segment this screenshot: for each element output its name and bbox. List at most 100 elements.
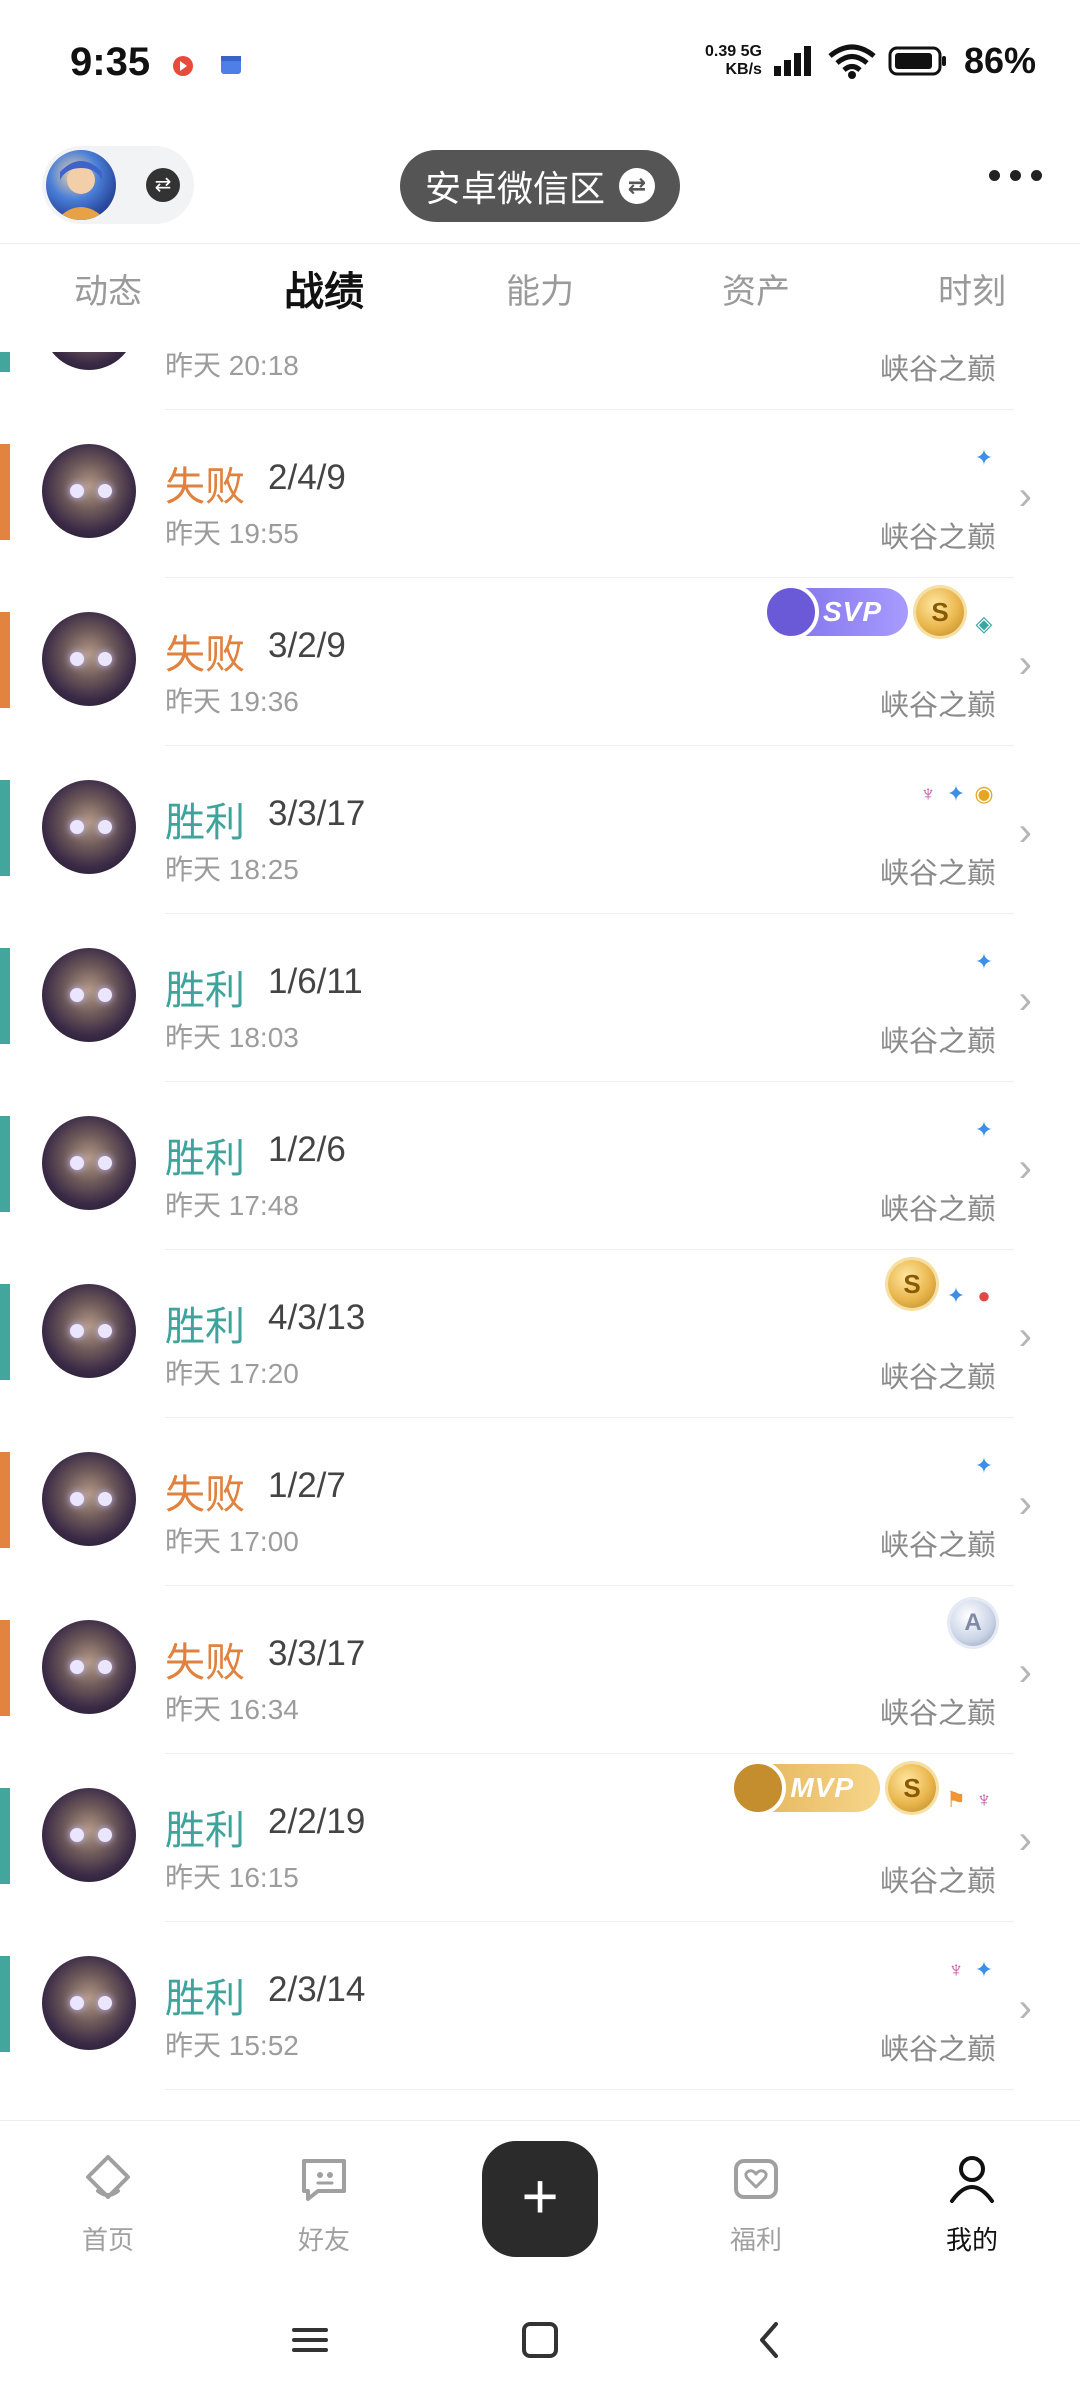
hero-avatar <box>42 948 136 1042</box>
hero-avatar <box>42 1788 136 1882</box>
match-result: 胜利 <box>165 1809 245 1853</box>
outcome-bar <box>0 1284 10 1380</box>
hero-avatar <box>42 1452 136 1546</box>
match-time: 昨天 19:55 <box>165 518 299 549</box>
match-time: 昨天 18:25 <box>165 854 299 885</box>
svp-label: SVP <box>822 596 882 627</box>
nav-welfare-label: 福利 <box>729 2225 782 2255</box>
nav-friends-label: 好友 <box>297 2225 350 2255</box>
demon-icon: ♆ <box>975 1787 993 1812</box>
match-row[interactable]: 胜利 1/2/6 昨天 17:48 ✦ 峡谷之巅 › <box>0 1082 1080 1250</box>
match-kda: 2/3/14 <box>268 1970 366 2009</box>
zone-label: 安卓微信区 <box>424 168 605 209</box>
match-row[interactable]: 昨天 20:18 峡谷之巅 › <box>0 352 1080 410</box>
match-time: 昨天 16:34 <box>165 1694 299 1725</box>
chevron-right-icon: › <box>1018 1482 1032 1526</box>
match-row[interactable]: 胜利 2/3/14 昨天 15:52 ♆ ✦ 峡谷之巅 › <box>0 1922 1080 2090</box>
switch-account-icon[interactable]: ⇄ <box>146 168 180 202</box>
nav-welfare[interactable]: 福利 <box>696 2151 816 2257</box>
match-row[interactable]: 胜利 3/3/17 昨天 18:25 ♆ ✦ ◉ 峡谷之巅 › <box>0 746 1080 914</box>
match-result: 胜利 <box>165 1137 245 1181</box>
home-square-icon[interactable] <box>520 2320 560 2360</box>
match-time: 昨天 19:36 <box>165 686 299 717</box>
calendar-notification-icon <box>221 56 241 74</box>
match-result: 胜利 <box>165 801 245 845</box>
demon-icon: ♆ <box>919 781 937 806</box>
outcome-bar <box>0 1956 10 2052</box>
match-mode: 峡谷之巅 <box>879 1530 996 1562</box>
match-badges: SVP S ◈ <box>762 584 996 640</box>
outcome-bar <box>0 1788 10 1884</box>
top-header: ⇄ 安卓微信区 ⇄ <box>0 140 1080 240</box>
profile-tabs: 动态 战绩 能力 资产 时刻 <box>0 243 1080 352</box>
rating-s-icon: S <box>888 1764 936 1812</box>
mvp-emblem-icon <box>730 1760 787 1816</box>
match-row[interactable]: 失败 3/3/17 昨天 16:34 A 峡谷之巅 › <box>0 1586 1080 1754</box>
flag-icon: ⚑ <box>946 1787 966 1812</box>
match-badges: ✦ <box>972 950 996 974</box>
tab-assets[interactable]: 资产 <box>648 244 864 352</box>
divider <box>165 2089 1014 2090</box>
match-row[interactable]: 失败 3/2/9 昨天 19:36 SVP S ◈ 峡谷之巅 › <box>0 578 1080 746</box>
demon-icon: ♆ <box>947 1957 965 1982</box>
match-badges: MVP S ⚑ ♆ <box>730 1760 996 1816</box>
rating-a-icon: A <box>950 1600 996 1646</box>
shield-icon: ◈ <box>975 611 993 636</box>
nav-home[interactable]: 首页 <box>48 2151 168 2257</box>
add-button[interactable]: + <box>482 2141 598 2257</box>
match-kda: 3/3/17 <box>268 794 366 833</box>
hero-avatar <box>42 1284 136 1378</box>
match-row[interactable]: 失败 2/4/9 昨天 19:55 ✦ 峡谷之巅 › <box>0 410 1080 578</box>
nav-mine-label: 我的 <box>945 2225 998 2255</box>
chevron-right-icon: › <box>1018 642 1032 686</box>
match-row[interactable]: 胜利 1/6/11 昨天 18:03 ✦ 峡谷之巅 › <box>0 914 1080 1082</box>
match-time: 昨天 15:52 <box>165 2030 299 2061</box>
match-badges: S ✦ ● <box>888 1260 996 1308</box>
more-options-button[interactable] <box>989 170 1042 181</box>
outcome-bar <box>0 780 10 876</box>
match-mode: 峡谷之巅 <box>879 354 996 386</box>
switch-zone-icon: ⇄ <box>619 168 655 204</box>
match-row[interactable]: 胜利 4/3/13 昨天 17:20 S ✦ ● 峡谷之巅 › <box>0 1250 1080 1418</box>
clock: 9:35 <box>70 40 151 84</box>
svp-badge: SVP <box>762 584 908 640</box>
net-speed: 0.39 5G KB/s <box>705 43 762 79</box>
tab-ability[interactable]: 能力 <box>432 244 648 352</box>
outcome-bar <box>0 352 10 372</box>
zone-selector[interactable]: 安卓微信区 ⇄ <box>400 150 680 222</box>
system-navigation <box>0 2290 1080 2400</box>
gold-icon: ◉ <box>974 781 994 806</box>
nav-mine[interactable]: 我的 <box>912 2151 1032 2257</box>
wings-icon: ✦ <box>974 1957 994 1982</box>
user-avatar[interactable] <box>46 150 116 220</box>
wings-icon: ✦ <box>946 781 966 806</box>
hero-avatar <box>42 444 136 538</box>
match-time: 昨天 17:20 <box>165 1358 299 1389</box>
match-history-list[interactable]: 昨天 20:18 峡谷之巅 › 失败 2/4/9 昨天 19:55 ✦ 峡谷之巅… <box>0 352 1080 2120</box>
match-result: 失败 <box>165 465 245 509</box>
blood-drop-icon: ● <box>977 1283 991 1308</box>
match-kda: 1/6/11 <box>268 962 363 1001</box>
match-result: 失败 <box>165 1641 245 1685</box>
back-icon[interactable] <box>750 2320 790 2360</box>
chevron-right-icon: › <box>1018 1818 1032 1862</box>
mvp-badge: MVP <box>730 1760 880 1816</box>
match-row[interactable]: 胜利 2/2/19 昨天 16:15 MVP S ⚑ ♆ 峡谷之巅 › <box>0 1754 1080 1922</box>
tab-records[interactable]: 战绩 <box>216 244 432 352</box>
match-mode: 峡谷之巅 <box>879 690 996 722</box>
match-row[interactable]: 失败 1/2/7 昨天 17:00 ✦ 峡谷之巅 › <box>0 1418 1080 1586</box>
tab-dynamics[interactable]: 动态 <box>0 244 216 352</box>
hero-avatar <box>42 1620 136 1714</box>
match-mode: 峡谷之巅 <box>879 522 996 554</box>
account-switcher[interactable]: ⇄ <box>42 146 194 224</box>
nav-friends[interactable]: 好友 <box>264 2151 384 2257</box>
tab-moments[interactable]: 时刻 <box>864 244 1080 352</box>
match-time: 昨天 18:03 <box>165 1022 299 1053</box>
status-icons: 0.39 5G KB/s 86% <box>705 40 1036 82</box>
chevron-right-icon: › <box>1018 810 1032 854</box>
chevron-right-icon: › <box>1018 1146 1032 1190</box>
match-kda: 1/2/7 <box>268 1466 346 1505</box>
chevron-right-icon: › <box>1018 474 1032 518</box>
net-speed-value: 0.39 <box>705 43 737 60</box>
menu-icon[interactable] <box>290 2320 330 2360</box>
